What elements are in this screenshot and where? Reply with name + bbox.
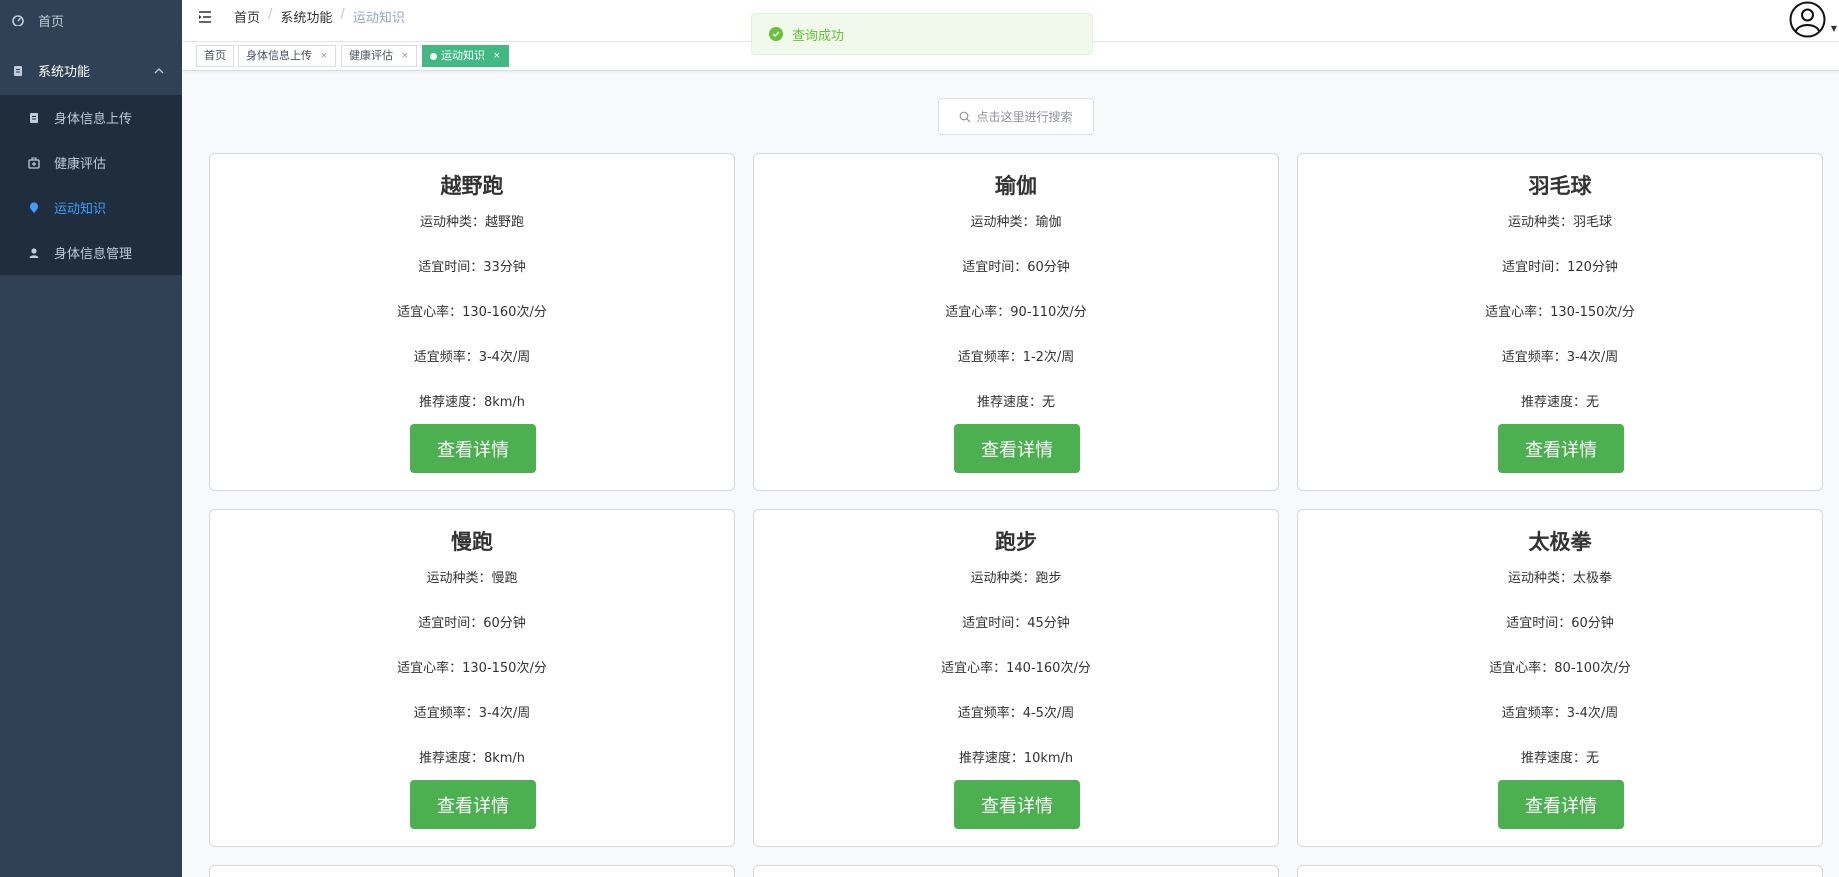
tag-health[interactable]: 健康评估 ×	[341, 45, 417, 67]
card-type: 运动种类：慢跑	[426, 571, 518, 586]
card-time: 适宜时间：33分钟	[418, 260, 526, 275]
search-icon	[959, 111, 971, 123]
card-time: 适宜时间：45分钟	[962, 616, 1070, 631]
card-speed: 推荐速度：无	[1520, 395, 1599, 410]
view-details-button[interactable]: 查看详情	[410, 424, 536, 473]
card-type: 运动种类：瑜伽	[970, 215, 1062, 230]
tag-body-upload[interactable]: 身体信息上传 ×	[238, 45, 336, 67]
chevron-up-icon	[154, 65, 164, 75]
hamburger-icon[interactable]	[198, 9, 212, 23]
card-frequency: 适宜频率：3-4次/周	[413, 706, 531, 721]
sidebar-item-label: 首页	[38, 14, 65, 30]
exercise-card: 越野跑 运动种类：越野跑 适宜时间：33分钟 适宜心率：130-160次/分 适…	[209, 153, 735, 491]
card-time: 适宜时间：60分钟	[1506, 616, 1614, 631]
card-type: 运动种类：羽毛球	[1507, 215, 1612, 230]
sidebar: 首页 系统功能 身体信息上传 健康评估 运动知识 身体信息管理	[0, 0, 182, 877]
tag-label: 健康评估	[349, 49, 393, 62]
card-frequency: 适宜频率：4-5次/周	[957, 706, 1075, 721]
exercise-card: 瑜伽 运动种类：瑜伽 适宜时间：60分钟 适宜心率：90-110次/分 适宜频率…	[753, 153, 1279, 491]
sidebar-item-label: 运动知识	[54, 202, 107, 217]
exercise-card: 跑步 运动种类：跑步 适宜时间：45分钟 适宜心率：140-160次/分 适宜频…	[753, 509, 1279, 847]
card-heart-rate: 适宜心率：130-160次/分	[397, 305, 547, 320]
breadcrumb-home[interactable]: 首页	[234, 7, 260, 26]
card-title: 太极拳	[1528, 530, 1592, 554]
tag-label: 运动知识	[441, 49, 485, 62]
user-icon	[28, 247, 40, 259]
tag-label: 身体信息上传	[246, 49, 312, 62]
view-details-button[interactable]: 查看详情	[1498, 424, 1624, 473]
card-heart-rate: 适宜心率：130-150次/分	[1485, 305, 1635, 320]
sidebar-item-label: 系统功能	[38, 65, 91, 80]
sidebar-item-body-upload[interactable]: 身体信息上传	[0, 95, 182, 140]
medical-box-icon	[28, 157, 40, 169]
exercise-card: 羽毛球 运动种类：羽毛球 适宜时间：120分钟 适宜心率：130-150次/分 …	[1297, 153, 1823, 491]
exercise-card-partial	[209, 865, 735, 877]
document-icon	[28, 112, 40, 124]
card-type: 运动种类：越野跑	[419, 215, 524, 230]
breadcrumb-system[interactable]: 系统功能	[280, 7, 332, 26]
sidebar-item-label: 健康评估	[54, 157, 107, 172]
card-title: 慢跑	[451, 530, 493, 554]
card-title: 越野跑	[440, 174, 504, 198]
view-details-button[interactable]: 查看详情	[1498, 780, 1624, 829]
close-icon[interactable]: ×	[320, 46, 328, 66]
card-type: 运动种类：跑步	[970, 571, 1062, 586]
card-speed: 推荐速度：10km/h	[958, 751, 1074, 766]
sidebar-item-knowledge[interactable]: 运动知识	[0, 185, 182, 230]
sidebar-item-label: 身体信息管理	[54, 247, 133, 262]
card-time: 适宜时间：120分钟	[1502, 260, 1618, 275]
active-dot-icon	[430, 52, 437, 60]
card-speed: 推荐速度：8km/h	[418, 395, 526, 410]
card-frequency: 适宜频率：1-2次/周	[957, 350, 1075, 365]
breadcrumb-separator: /	[340, 7, 345, 22]
card-heart-rate: 适宜心率：130-150次/分	[397, 661, 547, 676]
exercise-card: 慢跑 运动种类：慢跑 适宜时间：60分钟 适宜心率：130-150次/分 适宜频…	[209, 509, 735, 847]
check-circle-icon	[769, 27, 783, 41]
card-heart-rate: 适宜心率：140-160次/分	[941, 661, 1091, 676]
success-message-text: 查询成功	[792, 28, 845, 44]
card-frequency: 适宜频率：3-4次/周	[413, 350, 531, 365]
user-avatar-icon[interactable]	[1789, 1, 1826, 38]
view-details-button[interactable]: 查看详情	[954, 424, 1080, 473]
exercise-card-partial	[753, 865, 1279, 877]
location-pin-icon	[28, 202, 40, 214]
close-icon[interactable]: ×	[493, 46, 501, 66]
breadcrumb-separator: /	[268, 7, 273, 22]
sidebar-item-system[interactable]: 系统功能	[0, 48, 182, 93]
card-frequency: 适宜频率：3-4次/周	[1501, 350, 1619, 365]
search-input[interactable]: 点击这里进行搜索	[938, 98, 1094, 135]
breadcrumb: 首页 / 系统功能 / 运动知识	[234, 7, 405, 26]
success-message: 查询成功	[751, 13, 1093, 55]
card-time: 适宜时间：60分钟	[418, 616, 526, 631]
card-title: 羽毛球	[1528, 174, 1592, 198]
tag-label: 首页	[204, 49, 226, 62]
card-heart-rate: 适宜心率：90-110次/分	[945, 305, 1087, 320]
exercise-card-partial	[1297, 865, 1823, 877]
view-details-button[interactable]: 查看详情	[410, 780, 536, 829]
tag-home[interactable]: 首页	[196, 45, 234, 67]
document-icon	[12, 65, 24, 77]
sidebar-item-label: 身体信息上传	[54, 112, 133, 127]
card-title: 跑步	[995, 530, 1037, 554]
close-icon[interactable]: ×	[401, 46, 409, 66]
card-frequency: 适宜频率：3-4次/周	[1501, 706, 1619, 721]
dashboard-icon	[12, 14, 24, 26]
card-title: 瑜伽	[995, 174, 1037, 198]
tag-knowledge[interactable]: 运动知识 ×	[422, 45, 509, 67]
breadcrumb-current: 运动知识	[352, 11, 405, 26]
card-speed: 推荐速度：无	[976, 395, 1055, 410]
card-speed: 推荐速度：8km/h	[418, 751, 526, 766]
card-heart-rate: 适宜心率：80-100次/分	[1489, 661, 1631, 676]
search-placeholder: 点击这里进行搜索	[976, 110, 1073, 124]
sidebar-item-body-manage[interactable]: 身体信息管理	[0, 230, 182, 275]
card-speed: 推荐速度：无	[1520, 751, 1599, 766]
sidebar-item-home[interactable]: 首页	[0, 0, 182, 40]
view-details-button[interactable]: 查看详情	[954, 780, 1080, 829]
exercise-card: 太极拳 运动种类：太极拳 适宜时间：60分钟 适宜心率：80-100次/分 适宜…	[1297, 509, 1823, 847]
sidebar-item-health[interactable]: 健康评估	[0, 140, 182, 185]
card-type: 运动种类：太极拳	[1507, 571, 1612, 586]
card-time: 适宜时间：60分钟	[962, 260, 1070, 275]
caret-down-icon[interactable]: ▼	[1831, 24, 1837, 33]
